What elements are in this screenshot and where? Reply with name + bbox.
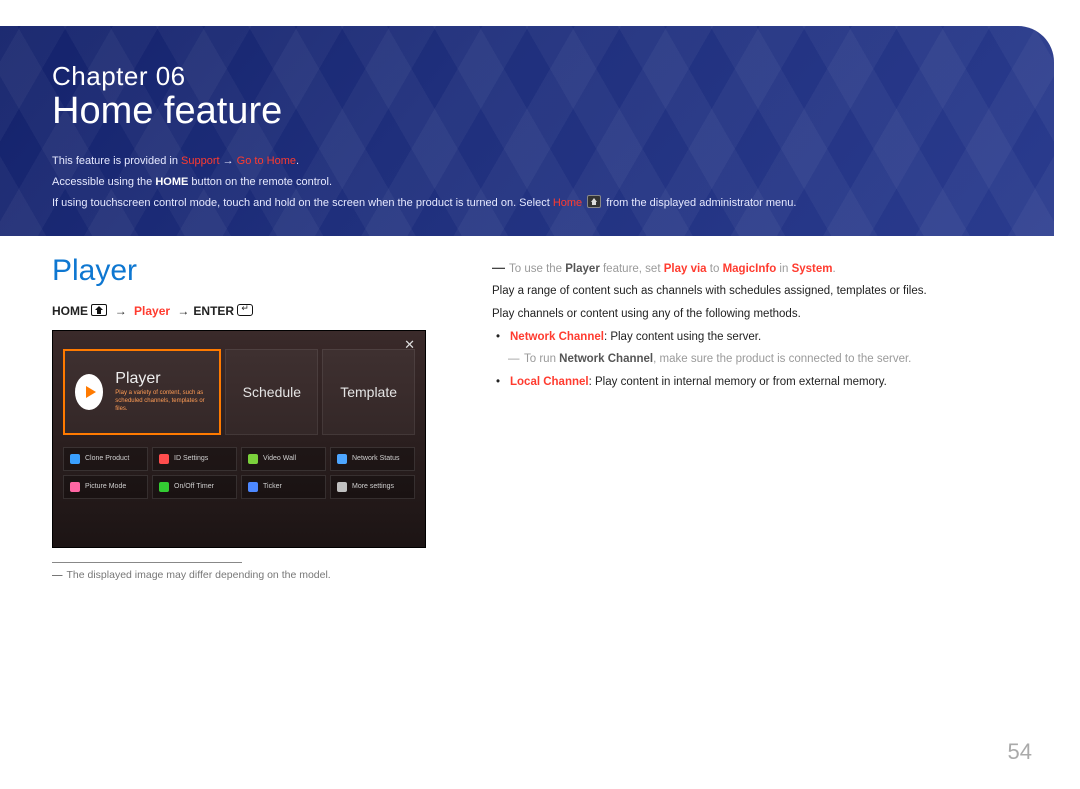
cell-label: Network Status xyxy=(352,455,399,462)
subnote-text: , make sure the product is connected to … xyxy=(653,353,911,365)
intro-text: from the displayed administrator menu. xyxy=(606,197,796,209)
cell-label: ID Settings xyxy=(174,455,208,462)
feature-cell[interactable]: Ticker xyxy=(241,475,326,499)
cell-icon xyxy=(70,454,80,464)
cell-label: More settings xyxy=(352,483,394,490)
feature-cell[interactable]: Video Wall xyxy=(241,447,326,471)
breadcrumb-player: Player xyxy=(134,304,170,318)
desc-p2: Play channels or content using any of th… xyxy=(492,304,1028,325)
intro-text: . xyxy=(296,155,299,167)
enter-icon xyxy=(237,304,253,316)
note-text: in xyxy=(776,263,791,275)
page-number: 54 xyxy=(1008,739,1032,765)
cell-icon xyxy=(248,482,258,492)
breadcrumb-enter: ENTER xyxy=(193,304,234,318)
breadcrumb-home: HOME xyxy=(52,304,88,318)
cell-icon xyxy=(70,482,80,492)
intro-support-link: Support xyxy=(181,155,220,167)
arrow-icon: → xyxy=(173,304,193,318)
intro-home-bold: HOME xyxy=(155,176,188,188)
note-magicinfo: MagicInfo xyxy=(723,263,777,275)
play-icon xyxy=(75,374,103,410)
feature-cell[interactable]: Clone Product xyxy=(63,447,148,471)
intro-text: button on the remote control. xyxy=(188,176,332,188)
intro-text: If using touchscreen control mode, touch… xyxy=(52,197,553,209)
note-text: To use the xyxy=(509,263,565,275)
intro-gotohome-link: Go to Home xyxy=(237,155,296,167)
bullet-network-channel: Network Channel xyxy=(510,331,604,343)
note-text: feature, set xyxy=(600,263,664,275)
subnote-text: To run xyxy=(524,353,559,365)
device-screenshot: ✕ Player Play a variety of content, such… xyxy=(52,330,426,548)
bullet-text: : Play content in internal memory or fro… xyxy=(589,376,887,388)
chapter-intro: This feature is provided in Support → Go… xyxy=(52,151,1002,214)
chapter-number: Chapter 06 xyxy=(52,61,1002,92)
note-text: . xyxy=(833,263,836,275)
cell-label: On/Off Timer xyxy=(174,483,214,490)
cell-icon xyxy=(248,454,258,464)
intro-arrow: → xyxy=(220,155,237,167)
home-icon xyxy=(91,304,107,316)
breadcrumb: HOME → Player →ENTER xyxy=(52,304,452,318)
section-heading-player: Player xyxy=(52,254,452,288)
arrow-icon: → xyxy=(111,304,131,318)
feature-grid: Clone Product ID Settings Video Wall Networ… xyxy=(63,447,415,499)
tile-player-title: Player xyxy=(115,370,209,388)
close-icon[interactable]: ✕ xyxy=(404,337,415,353)
bullet-text: : Play content using the server. xyxy=(604,331,761,343)
intro-text: Accessible using the xyxy=(52,176,155,188)
cell-label: Ticker xyxy=(263,483,282,490)
tile-schedule[interactable]: Schedule xyxy=(225,349,318,435)
cell-icon xyxy=(159,454,169,464)
divider xyxy=(52,562,242,563)
image-disclaimer: ―The displayed image may differ dependin… xyxy=(52,569,452,581)
description-column: ―To use the Player feature, set Play via… xyxy=(492,254,1028,581)
cell-label: Picture Mode xyxy=(85,483,126,490)
cell-icon xyxy=(337,454,347,464)
note-text: to xyxy=(707,263,723,275)
chapter-title: Home feature xyxy=(52,90,1002,133)
feature-cell[interactable]: Network Status xyxy=(330,447,415,471)
note-player-bold: Player xyxy=(565,263,600,275)
desc-p1: Play a range of content such as channels… xyxy=(492,281,1028,302)
cell-icon xyxy=(337,482,347,492)
feature-cell[interactable]: ID Settings xyxy=(152,447,237,471)
tile-template[interactable]: Template xyxy=(322,349,415,435)
feature-cell[interactable]: Picture Mode xyxy=(63,475,148,499)
intro-home-red: Home xyxy=(553,197,582,209)
tile-player-subtitle: Play a variety of content, such as sched… xyxy=(115,390,209,413)
cell-label: Video Wall xyxy=(263,455,296,462)
home-chip-icon xyxy=(587,195,601,208)
feature-cell[interactable]: On/Off Timer xyxy=(152,475,237,499)
intro-text: This feature is provided in xyxy=(52,155,181,167)
subnote-network-channel: Network Channel xyxy=(559,353,653,365)
bullet-local-channel: Local Channel xyxy=(510,376,589,388)
tile-player[interactable]: Player Play a variety of content, such a… xyxy=(63,349,221,435)
cell-label: Clone Product xyxy=(85,455,129,462)
cell-icon xyxy=(159,482,169,492)
chapter-header: Chapter 06 Home feature This feature is … xyxy=(0,26,1054,236)
feature-cell[interactable]: More settings xyxy=(330,475,415,499)
note-system: System xyxy=(792,263,833,275)
note-playvia: Play via xyxy=(664,263,707,275)
